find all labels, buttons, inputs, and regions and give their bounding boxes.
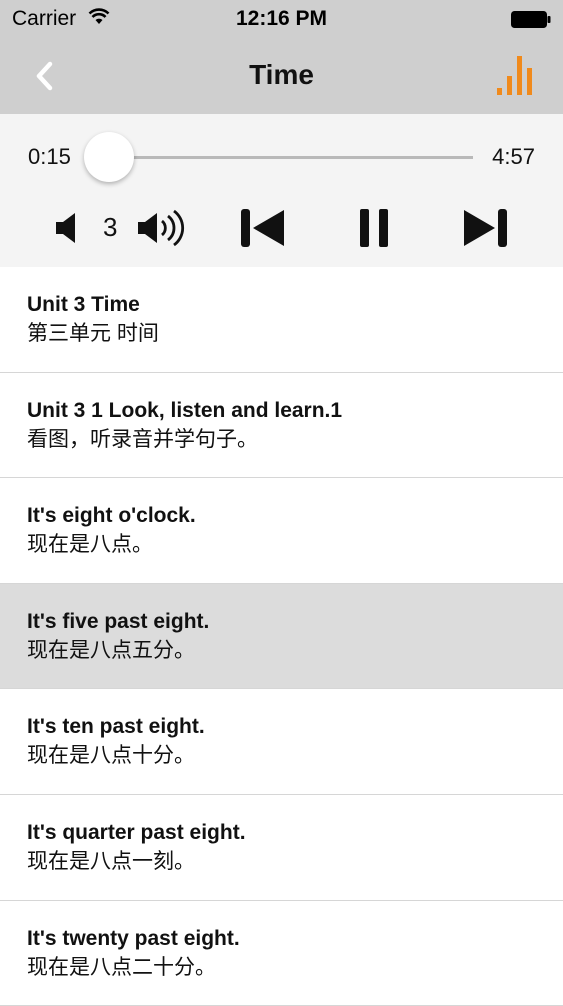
sentence-list: Unit 3 Time 第三单元 时间 Unit 3 1 Look, listen …	[0, 267, 563, 1006]
current-time: 0:15	[28, 144, 71, 169]
status-bar: Carrier 12:16 PM	[0, 0, 563, 37]
audio-levels-icon[interactable]	[495, 54, 539, 96]
sentence-english: It's quarter past eight.	[27, 820, 246, 844]
list-item[interactable]: Unit 3 Time 第三单元 时间	[0, 267, 563, 373]
navigation-bar: Time	[0, 37, 563, 114]
sentence-english: It's ten past eight.	[27, 715, 205, 739]
pause-icon[interactable]	[358, 208, 390, 248]
battery-icon	[511, 11, 551, 28]
sentence-chinese: 现在是八点五分。	[27, 638, 195, 662]
sentence-english: It's five past eight.	[27, 609, 210, 633]
list-item[interactable]: It's eight o'clock. 现在是八点。	[0, 478, 563, 584]
sentence-english: Unit 3 Time	[27, 293, 140, 316]
sentence-chinese: 现在是八点。	[27, 533, 153, 557]
progress-thumb[interactable]	[84, 132, 135, 182]
sentence-english: It's eight o'clock.	[27, 504, 196, 528]
audio-player: 0:15 4:57 3	[0, 114, 563, 267]
progress-slider[interactable]	[90, 156, 473, 159]
sentence-chinese: 第三单元 时间	[27, 322, 159, 345]
list-item[interactable]: It's twenty past eight. 现在是八点二十分。	[0, 901, 563, 1006]
sentence-chinese: 现在是八点一刻。	[27, 849, 195, 873]
status-time: 12:16 PM	[235, 7, 328, 30]
sentence-chinese: 看图，听录音并学句子。	[27, 427, 258, 451]
skip-previous-icon[interactable]	[240, 208, 286, 248]
list-item[interactable]: It's five past eight. 现在是八点五分。	[0, 583, 563, 690]
skip-next-icon[interactable]	[462, 208, 508, 248]
sentence-chinese: 现在是八点二十分。	[27, 955, 216, 979]
sentence-chinese: 现在是八点十分。	[27, 744, 195, 768]
volume-level: 3	[103, 212, 118, 242]
list-item[interactable]: Unit 3 1 Look, listen and learn.1 看图，听录音并…	[0, 373, 563, 479]
volume-down-icon[interactable]	[55, 211, 81, 245]
list-item[interactable]: It's ten past eight. 现在是八点十分。	[0, 689, 563, 795]
volume-up-icon[interactable]	[137, 209, 191, 247]
sentence-english: It's twenty past eight.	[27, 926, 240, 950]
list-item[interactable]: It's quarter past eight. 现在是八点一刻。	[0, 795, 563, 901]
sentence-english: Unit 3 1 Look, listen and learn.1	[27, 398, 343, 422]
duration-time: 4:57	[492, 144, 535, 169]
page-title: Time	[249, 59, 314, 90]
